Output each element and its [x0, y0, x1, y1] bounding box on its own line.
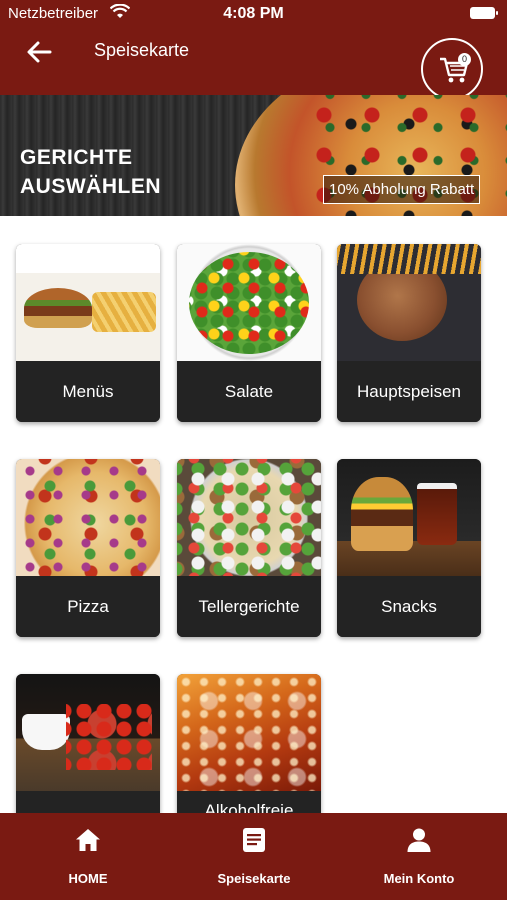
- beilagen-image: [16, 674, 160, 791]
- back-button[interactable]: [24, 38, 54, 66]
- page-title: Speisekarte: [94, 40, 190, 60]
- hauptspeisen-image: [337, 244, 481, 361]
- category-card-menus[interactable]: Menüs: [16, 244, 160, 422]
- cart-button[interactable]: 0: [421, 38, 483, 100]
- category-card-hauptspeisen[interactable]: Hauptspeisen: [337, 244, 481, 422]
- menus-image: [16, 244, 160, 361]
- category-card-pizza[interactable]: Pizza: [16, 459, 160, 637]
- promo-banner: GERICHTE AUSWÄHLEN 10% Abholung Rabatt: [0, 95, 507, 216]
- banner-title-line1: GERICHTE: [20, 146, 133, 169]
- category-label: Pizza: [16, 576, 160, 637]
- category-card-tellergerichte[interactable]: Tellergerichte: [177, 459, 321, 637]
- app-header: Netzbetreiber 4:08 PM Speisekarte 0: [0, 0, 507, 100]
- category-label: Hauptspeisen: [337, 361, 481, 422]
- category-grid: Menüs Salate Hauptspeisen Pizza Tellerge…: [0, 216, 507, 852]
- snacks-image: [337, 459, 481, 576]
- tab-label: Mein Konto: [383, 871, 455, 886]
- menu-book-icon: [243, 828, 265, 852]
- category-label: Snacks: [337, 576, 481, 637]
- category-label: Salate: [177, 361, 321, 422]
- discount-badge: 10% Abholung Rabatt: [323, 175, 481, 204]
- category-card-snacks[interactable]: Snacks: [337, 459, 481, 637]
- tellergerichte-image: [177, 459, 321, 576]
- status-bar: Netzbetreiber 4:08 PM: [0, 0, 507, 28]
- tab-label: HOME: [68, 871, 108, 886]
- user-icon: [407, 828, 431, 852]
- salate-image: [177, 244, 321, 361]
- bottom-tab-bar: HOME Speisekarte Mein Konto: [0, 813, 507, 900]
- tab-mein-konto[interactable]: Mein Konto: [369, 813, 469, 900]
- home-icon: [76, 829, 100, 851]
- tab-speisekarte[interactable]: Speisekarte: [199, 813, 309, 900]
- cart-count-badge: 0: [458, 53, 471, 66]
- tab-home[interactable]: HOME: [38, 813, 138, 900]
- banner-title-line2: AUSWÄHLEN: [20, 175, 161, 198]
- status-time: 4:08 PM: [223, 5, 284, 22]
- pizza-image: [16, 459, 160, 576]
- tab-label: Speisekarte: [217, 871, 291, 886]
- arrow-left-icon: [27, 41, 52, 63]
- category-label: Tellergerichte: [177, 576, 321, 637]
- category-label: Menüs: [16, 361, 160, 422]
- banner-title: GERICHTE AUSWÄHLEN: [20, 143, 161, 201]
- battery-icon: [470, 7, 498, 19]
- category-card-salate[interactable]: Salate: [177, 244, 321, 422]
- alkoholfreie-image: [177, 674, 321, 791]
- app-screen: Netzbetreiber 4:08 PM Speisekarte 0 GERI…: [0, 0, 507, 900]
